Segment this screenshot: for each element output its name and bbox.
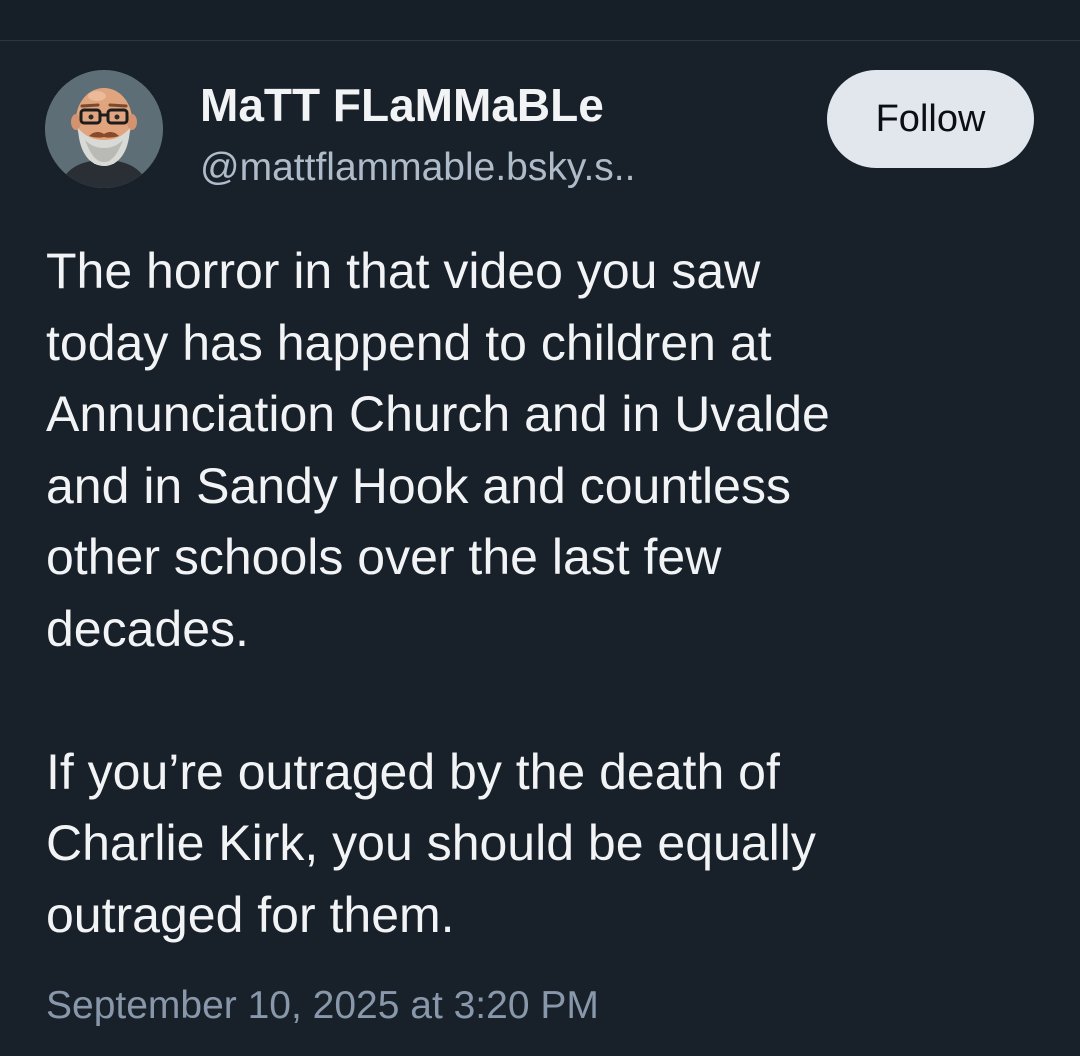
post-timestamp[interactable]: September 10, 2025 at 3:20 PM xyxy=(46,984,599,1028)
author-display-name[interactable]: MaTT FLaMMaBLe xyxy=(200,78,604,132)
post-body: The horror in that video you saw today h… xyxy=(46,236,1046,951)
author-handle[interactable]: @mattflammable.bsky.s.. xyxy=(200,146,635,190)
post-paragraph: If you’re outraged by the death of Charl… xyxy=(46,743,816,943)
avatar[interactable] xyxy=(45,70,163,188)
avatar-illustration-icon xyxy=(45,70,163,188)
follow-button[interactable]: Follow xyxy=(827,70,1034,168)
post-paragraph: The horror in that video you saw today h… xyxy=(46,243,830,657)
